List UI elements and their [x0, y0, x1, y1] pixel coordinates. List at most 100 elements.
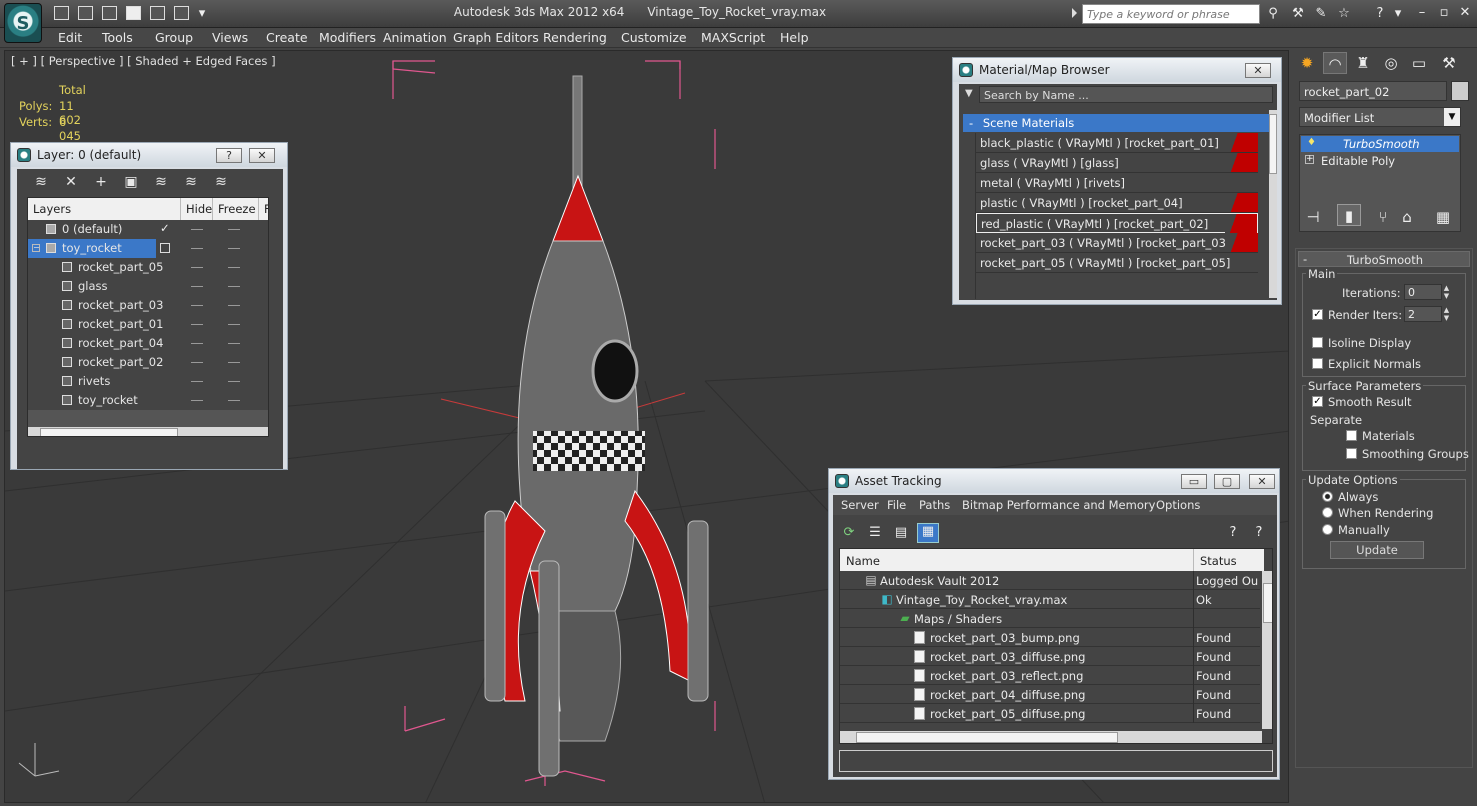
- freeze-toggle[interactable]: [228, 400, 240, 401]
- motion-tab-icon[interactable]: ◎: [1379, 52, 1403, 74]
- layer-row[interactable]: rocket_part_02: [28, 353, 268, 372]
- layer-scroll-thumb[interactable]: [40, 428, 178, 436]
- material-item[interactable]: rocket_part_03 ( VRayMtl ) [rocket_part_…: [976, 233, 1258, 253]
- column-name[interactable]: Name: [840, 549, 1194, 571]
- asset-tree-table[interactable]: Name Status ▤ Autodesk Vault 2012 Logged O…: [839, 548, 1273, 744]
- menu-graph-editors[interactable]: Graph Editors: [453, 30, 539, 45]
- modify-tab-icon[interactable]: ◠: [1323, 52, 1347, 74]
- delete-layer-icon[interactable]: ✕: [61, 173, 81, 191]
- search-expand-icon[interactable]: [1072, 8, 1077, 18]
- layer-row[interactable]: − toy_rocket: [28, 239, 268, 258]
- select-objects-icon[interactable]: ▣: [121, 173, 141, 191]
- column-render[interactable]: F: [259, 198, 268, 220]
- group-collapse-toggle[interactable]: -: [969, 116, 973, 130]
- asset-menu-file[interactable]: File: [887, 498, 906, 512]
- asset-vscroll-thumb[interactable]: [1263, 583, 1272, 623]
- layer-row[interactable]: toy_rocket: [28, 391, 268, 410]
- asset-row[interactable]: rocket_part_05_diffuse.png Found: [840, 704, 1260, 723]
- layer-panel-help-button[interactable]: ?: [216, 148, 242, 163]
- smooth-result-checkbox[interactable]: ✓: [1312, 396, 1323, 407]
- layer-row[interactable]: rocket_part_05: [28, 258, 268, 277]
- create-layer-icon[interactable]: ≋: [31, 173, 51, 191]
- close-window-button[interactable]: ✕: [1455, 4, 1475, 22]
- layer-row[interactable]: rocket_part_04: [28, 334, 268, 353]
- browser-options-dropdown-icon[interactable]: ▼: [965, 88, 975, 99]
- asset-menu-options[interactable]: Options: [1156, 498, 1200, 512]
- column-freeze[interactable]: Freeze: [213, 198, 259, 220]
- menu-edit[interactable]: Edit: [58, 30, 82, 45]
- hide-toggle[interactable]: [191, 267, 203, 268]
- menu-help[interactable]: Help: [780, 30, 809, 45]
- material-item[interactable]: plastic ( VRayMtl ) [rocket_part_04]: [976, 193, 1258, 213]
- column-status[interactable]: Status: [1194, 549, 1264, 571]
- active-layer-check-icon[interactable]: ✓: [160, 221, 170, 235]
- freeze-toggle[interactable]: [228, 362, 240, 363]
- layer-list[interactable]: Layers Hide Freeze F 0 (default) ✓ − toy_ro…: [27, 197, 269, 437]
- material-scroll-thumb[interactable]: [1269, 114, 1277, 174]
- add-to-layer-icon[interactable]: +: [91, 173, 111, 191]
- manually-radio[interactable]: [1322, 524, 1333, 535]
- isoline-display-checkbox[interactable]: [1312, 337, 1323, 348]
- menu-modifiers[interactable]: Modifiers: [319, 30, 376, 45]
- freeze-toggle[interactable]: [228, 248, 240, 249]
- asset-row[interactable]: ◧ Vintage_Toy_Rocket_vray.max Ok: [840, 590, 1260, 609]
- freeze-toggle[interactable]: [228, 305, 240, 306]
- hide-toggle[interactable]: [191, 248, 203, 249]
- rocket-model[interactable]: [484, 75, 709, 777]
- freeze-toggle[interactable]: [228, 343, 240, 344]
- asset-help-icon[interactable]: ?: [1225, 525, 1241, 541]
- asset-maximize-button[interactable]: ▢: [1214, 474, 1240, 489]
- hide-toggle[interactable]: [191, 286, 203, 287]
- freeze-toggle[interactable]: [228, 267, 240, 268]
- asset-row[interactable]: rocket_part_04_diffuse.png Found: [840, 685, 1260, 704]
- pin-stack-icon[interactable]: ⊣: [1301, 206, 1325, 228]
- freeze-toggle[interactable]: [228, 229, 240, 230]
- column-hide[interactable]: Hide: [181, 198, 213, 220]
- material-item[interactable]: black_plastic ( VRayMtl ) [rocket_part_0…: [976, 133, 1258, 153]
- hierarchy-tab-icon[interactable]: ♜: [1351, 52, 1375, 74]
- menu-views[interactable]: Views: [212, 30, 248, 45]
- make-unique-icon[interactable]: ⑂: [1371, 206, 1395, 228]
- hide-all-icon[interactable]: ≋: [181, 173, 201, 191]
- hide-toggle[interactable]: [191, 305, 203, 306]
- refresh-icon[interactable]: ⟳: [841, 525, 857, 541]
- material-list[interactable]: black_plastic ( VRayMtl ) [rocket_part_0…: [975, 133, 1259, 299]
- highlight-layer-icon[interactable]: ≋: [151, 173, 171, 191]
- object-name-field[interactable]: rocket_part_02: [1299, 81, 1447, 101]
- freeze-toggle[interactable]: [228, 381, 240, 382]
- material-item[interactable]: glass ( VRayMtl ) [glass]: [976, 153, 1258, 173]
- render-iters-spinner[interactable]: 2: [1404, 306, 1442, 322]
- freeze-toggle[interactable]: [228, 286, 240, 287]
- material-item[interactable]: red_plastic ( VRayMtl ) [rocket_part_02]: [976, 213, 1258, 233]
- material-vertical-scrollbar[interactable]: [1269, 110, 1277, 298]
- material-item[interactable]: metal ( VRayMtl ) [rivets]: [976, 173, 1258, 193]
- layer-panel-title-bar[interactable]: Layer: 0 (default) ? ✕: [11, 143, 287, 167]
- hide-toggle[interactable]: [191, 362, 203, 363]
- materials-checkbox[interactable]: [1346, 430, 1357, 441]
- utilities-tab-icon[interactable]: ⚒: [1437, 52, 1461, 74]
- iterations-spinner[interactable]: 0: [1404, 284, 1442, 300]
- layer-row[interactable]: rivets: [28, 372, 268, 391]
- freeze-toggle[interactable]: [228, 324, 240, 325]
- collapse-toggle-icon[interactable]: −: [32, 244, 40, 252]
- asset-row[interactable]: ▤ Autodesk Vault 2012 Logged Out: [840, 571, 1260, 590]
- update-button[interactable]: Update: [1330, 541, 1424, 559]
- hide-toggle[interactable]: [191, 343, 203, 344]
- layer-panel-close-button[interactable]: ✕: [249, 148, 275, 163]
- help-icon[interactable]: ?: [1372, 6, 1388, 22]
- asset-row[interactable]: rocket_part_03_diffuse.png Found: [840, 647, 1260, 666]
- help-dropdown-icon[interactable]: ▾: [1390, 6, 1406, 22]
- show-end-result-icon[interactable]: ▮: [1337, 204, 1361, 226]
- communication-center-icon[interactable]: ⚒: [1290, 6, 1306, 22]
- render-iters-checkbox[interactable]: ✓: [1312, 309, 1323, 320]
- menu-maxscript[interactable]: MAXScript: [701, 30, 765, 45]
- modifier-list-dropdown[interactable]: Modifier List: [1299, 107, 1461, 127]
- hide-toggle[interactable]: [191, 381, 203, 382]
- lightbulb-icon[interactable]: ♦: [1307, 137, 1316, 148]
- binoculars-icon[interactable]: ⚲: [1265, 6, 1281, 22]
- table-view-icon[interactable]: ▦: [917, 523, 939, 543]
- asset-row[interactable]: rocket_part_03_reflect.png Found: [840, 666, 1260, 685]
- explicit-normals-checkbox[interactable]: [1312, 358, 1323, 369]
- subscription-icon[interactable]: ✎: [1313, 6, 1329, 22]
- asset-minimize-button[interactable]: ▭: [1181, 474, 1207, 489]
